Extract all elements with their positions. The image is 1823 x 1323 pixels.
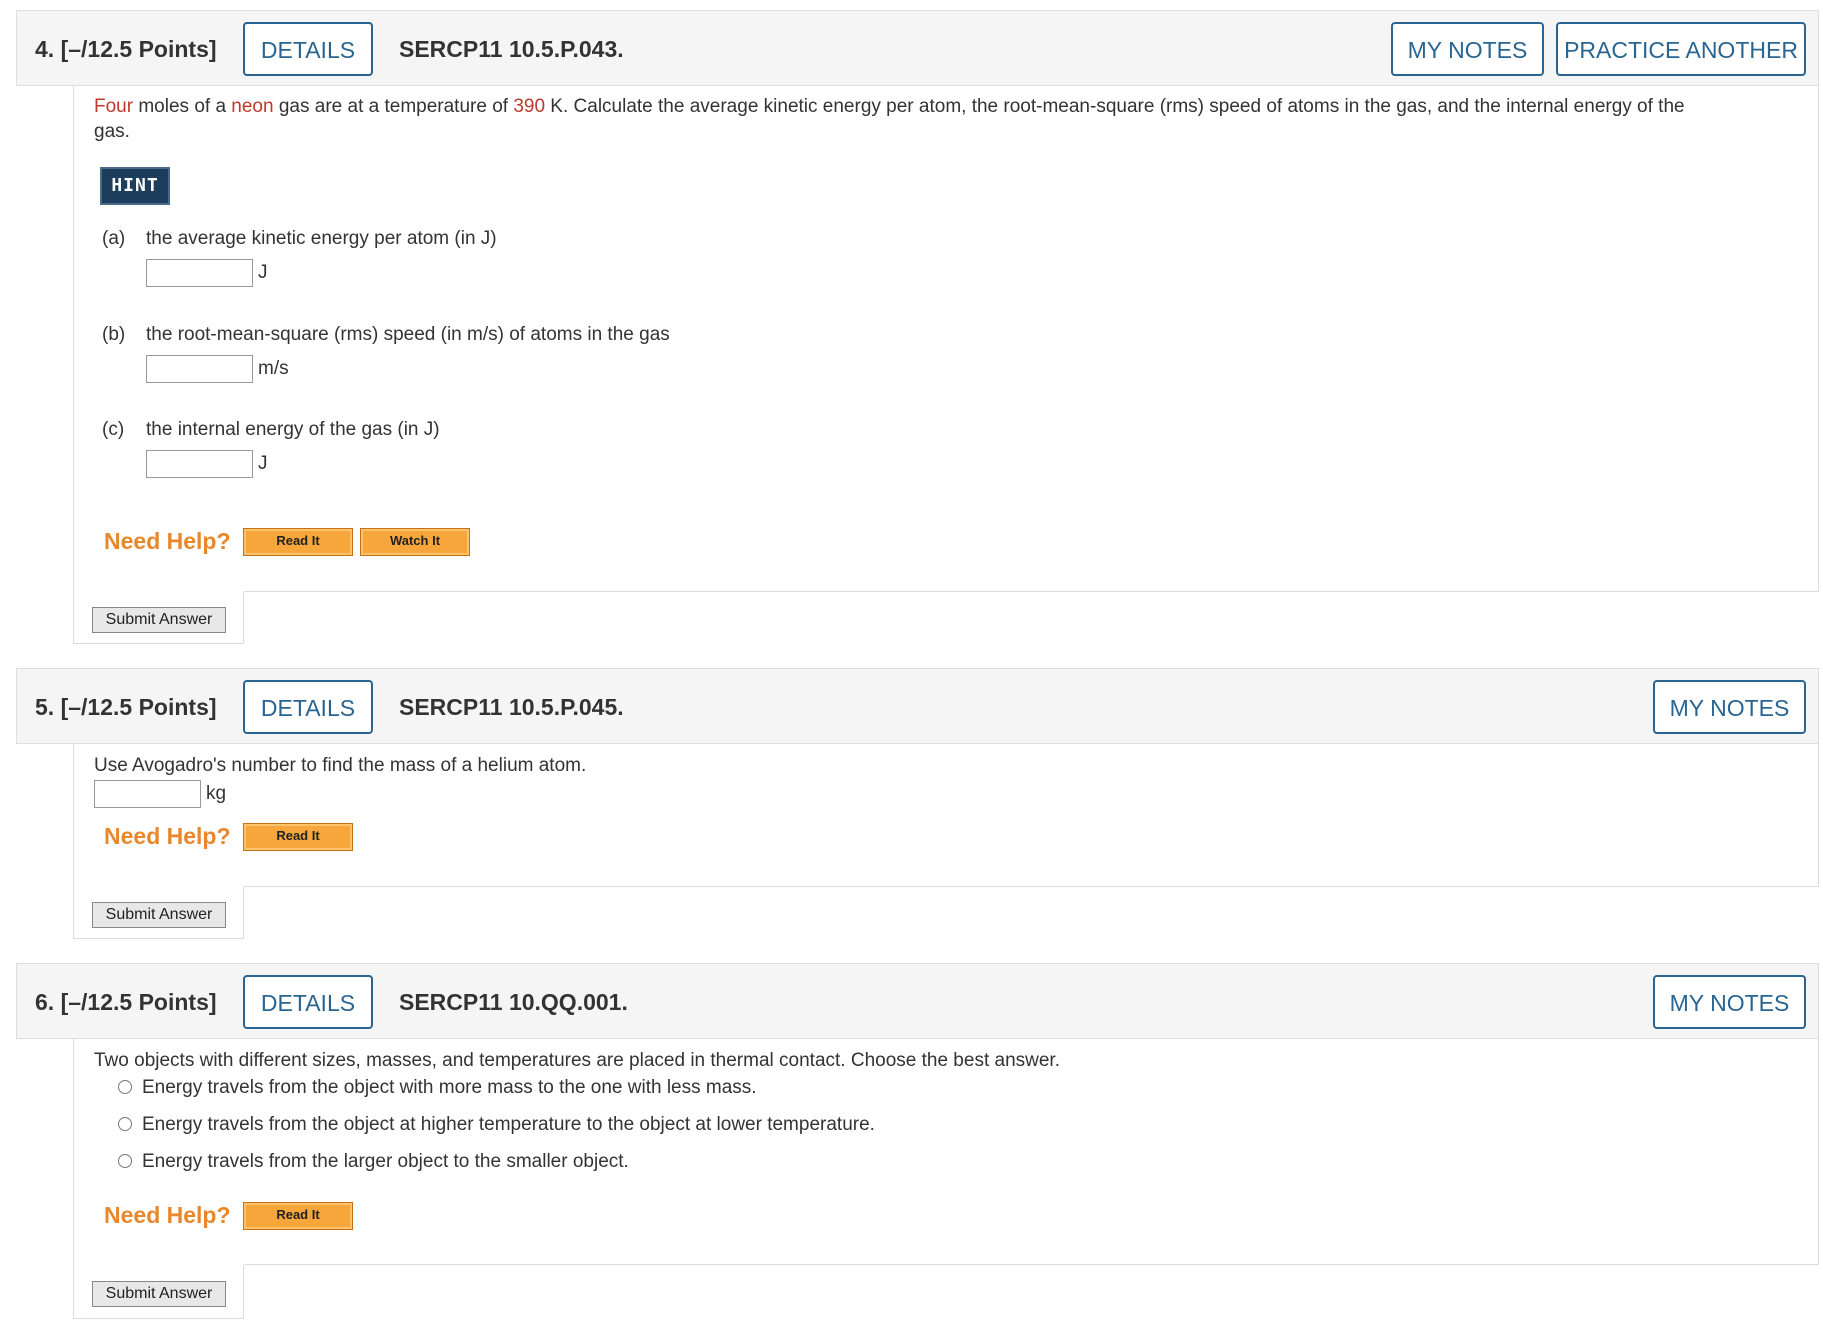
practice-another-button[interactable]: PRACTICE ANOTHER — [1556, 22, 1806, 76]
mass-answer-input[interactable] — [94, 780, 201, 808]
option-1-radio[interactable] — [118, 1080, 132, 1094]
need-help-label: Need Help? — [104, 1202, 231, 1228]
my-notes-button[interactable]: MY NOTES — [1653, 680, 1806, 734]
option-3-label: Energy travels from the larger object to… — [142, 1151, 629, 1172]
my-notes-button[interactable]: MY NOTES — [1653, 975, 1806, 1029]
question-prompt: Four moles of a neon gas are at a temper… — [94, 96, 1685, 117]
question-4-title: 4. [–/12.5 Points] — [35, 11, 217, 87]
my-notes-button[interactable]: MY NOTES — [1391, 22, 1544, 76]
part-b-text: the root-mean-square (rms) speed (in m/s… — [146, 324, 670, 345]
question-points: [–/12.5 Points] — [60, 36, 217, 62]
watch-it-button[interactable]: Watch It — [360, 528, 470, 556]
question-4-header: 4. [–/12.5 Points] DETAILS SERCP11 10.5.… — [16, 10, 1819, 86]
temperature-value: 390 — [513, 96, 546, 117]
question-number: 4. — [35, 36, 55, 62]
question-5-title: 5. [–/12.5 Points] — [35, 669, 217, 745]
details-button[interactable]: DETAILS — [243, 680, 373, 734]
question-number: 6. — [35, 989, 55, 1015]
question-6-title: 6. [–/12.5 Points] — [35, 964, 217, 1040]
option-2-radio[interactable] — [118, 1117, 132, 1131]
question-code: SERCP11 10.QQ.001. — [399, 989, 628, 1015]
option-3-radio[interactable] — [118, 1154, 132, 1168]
question-prompt: Use Avogadro's number to find the mass o… — [94, 755, 587, 776]
question-code: SERCP11 10.5.P.043. — [399, 36, 624, 62]
part-b-answer-input[interactable] — [146, 355, 253, 383]
details-button[interactable]: DETAILS — [243, 975, 373, 1029]
read-it-button[interactable]: Read It — [243, 823, 353, 851]
question-code: SERCP11 10.5.P.045. — [399, 694, 624, 720]
gas-name: neon — [231, 96, 274, 117]
part-a-label: (a) — [102, 228, 126, 249]
question-5-header: 5. [–/12.5 Points] DETAILS SERCP11 10.5.… — [16, 668, 1819, 744]
part-c-answer-input[interactable] — [146, 450, 253, 478]
part-a-unit: J — [258, 262, 268, 283]
question-prompt: Two objects with different sizes, masses… — [94, 1050, 1060, 1071]
submit-answer-button[interactable]: Submit Answer — [92, 902, 226, 928]
question-number: 5. — [35, 694, 55, 720]
part-c-unit: J — [258, 453, 268, 474]
part-c-label: (c) — [102, 419, 125, 440]
question-points: [–/12.5 Points] — [60, 989, 217, 1015]
submit-answer-button[interactable]: Submit Answer — [92, 607, 226, 633]
mass-unit: kg — [206, 783, 227, 804]
submit-answer-button[interactable]: Submit Answer — [92, 1281, 226, 1307]
part-a-answer-input[interactable] — [146, 259, 253, 287]
part-c-text: the internal energy of the gas (in J) — [146, 419, 440, 440]
part-a-text: the average kinetic energy per atom (in … — [146, 228, 497, 249]
hint-button[interactable]: HINT — [100, 167, 170, 205]
divider — [244, 591, 1818, 592]
question-prompt-line2: gas. — [94, 121, 130, 142]
part-b-unit: m/s — [258, 358, 289, 379]
need-help-label: Need Help? — [104, 823, 231, 849]
details-button[interactable]: DETAILS — [243, 22, 373, 76]
divider — [244, 1264, 1818, 1265]
read-it-button[interactable]: Read It — [243, 1202, 353, 1230]
divider — [244, 886, 1818, 887]
question-6-header: 6. [–/12.5 Points] DETAILS SERCP11 10.QQ… — [16, 963, 1819, 1039]
moles-value: Four — [94, 96, 134, 117]
need-help-label: Need Help? — [104, 528, 231, 554]
read-it-button[interactable]: Read It — [243, 528, 353, 556]
part-b-label: (b) — [102, 324, 126, 345]
option-1-label: Energy travels from the object with more… — [142, 1077, 757, 1098]
option-2-label: Energy travels from the object at higher… — [142, 1114, 875, 1135]
question-points: [–/12.5 Points] — [60, 694, 217, 720]
